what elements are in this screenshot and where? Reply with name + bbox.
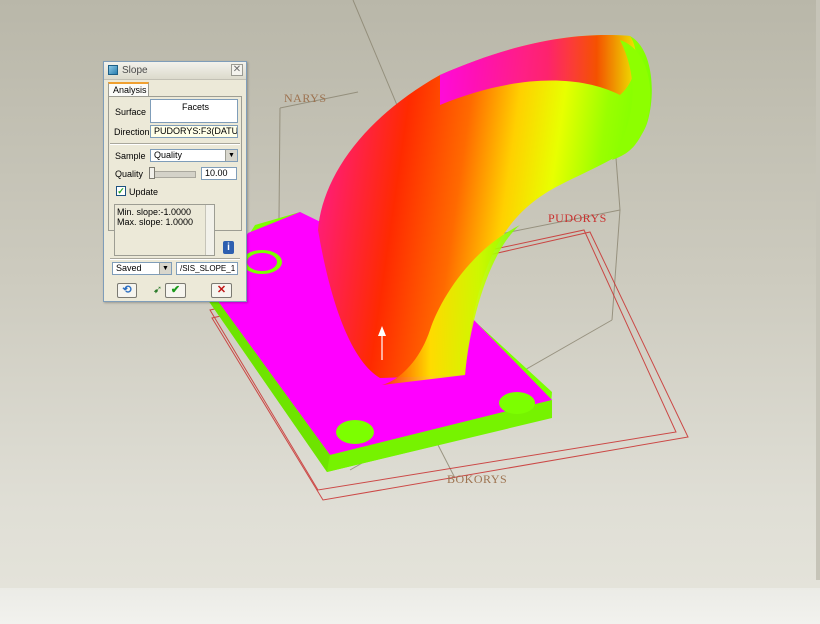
sample-label: Sample (115, 151, 146, 161)
chevron-down-icon[interactable]: ▼ (159, 263, 171, 274)
max-slope-text: Max. slope: 1.0000 (117, 217, 194, 227)
dialog-titlebar[interactable]: Slope ✕ (104, 62, 246, 80)
saved-select-value: Saved (116, 263, 142, 273)
update-label: Update (129, 187, 159, 197)
repaint-button[interactable]: ⟲ (117, 283, 137, 298)
datum-label-bokorys: BOKORYS (447, 472, 508, 486)
surface-field[interactable]: Facets (150, 99, 238, 123)
sample-select-value: Quality (154, 150, 183, 160)
x-icon: ✕ (216, 284, 227, 296)
divider (110, 258, 240, 260)
dialog-title: Slope (122, 65, 148, 76)
saved-name-field[interactable]: /SIS_SLOPE_1 (176, 262, 238, 275)
direction-field[interactable]: PUDORYS:F3(DATU (150, 125, 238, 138)
saved-select[interactable]: Saved ▼ (112, 262, 172, 275)
sample-select[interactable]: Quality ▼ (150, 149, 238, 162)
dialog-app-icon (108, 65, 118, 75)
chevron-down-icon[interactable]: ▼ (225, 150, 237, 161)
quality-field[interactable]: 10.00 (201, 167, 237, 180)
checkmark-icon: ✔ (170, 284, 181, 296)
quality-slider-track[interactable] (150, 171, 196, 178)
slope-dialog: Slope ✕ Analysis Surface Facets Directio… (103, 61, 247, 302)
datum-label-pudorys: PUDORYS (548, 211, 607, 225)
cancel-button[interactable]: ✕ (211, 283, 232, 298)
tab-analysis[interactable]: Analysis (108, 82, 149, 96)
surface-label: Surface (115, 107, 147, 117)
result-textbox: Min. slope:-1.0000 Max. slope: 1.0000 (114, 204, 215, 256)
direction-label: Direction (114, 127, 150, 137)
quality-label: Quality (115, 169, 144, 179)
status-area (0, 588, 820, 624)
ok-button[interactable]: ✔ (165, 283, 186, 298)
quality-slider-thumb[interactable] (149, 167, 155, 179)
min-slope-text: Min. slope:-1.0000 (117, 207, 192, 217)
viewport-edge (816, 0, 820, 580)
datum-label-narys: NARYS (284, 91, 327, 105)
divider (110, 143, 240, 145)
cursor-select-icon[interactable]: ➹ (153, 283, 163, 297)
close-button[interactable]: ✕ (231, 64, 243, 76)
result-scrollbar[interactable] (205, 205, 214, 255)
update-checkbox[interactable]: ✓ (116, 186, 126, 196)
repaint-icon: ⟲ (122, 284, 132, 296)
info-icon[interactable]: i (223, 241, 234, 254)
